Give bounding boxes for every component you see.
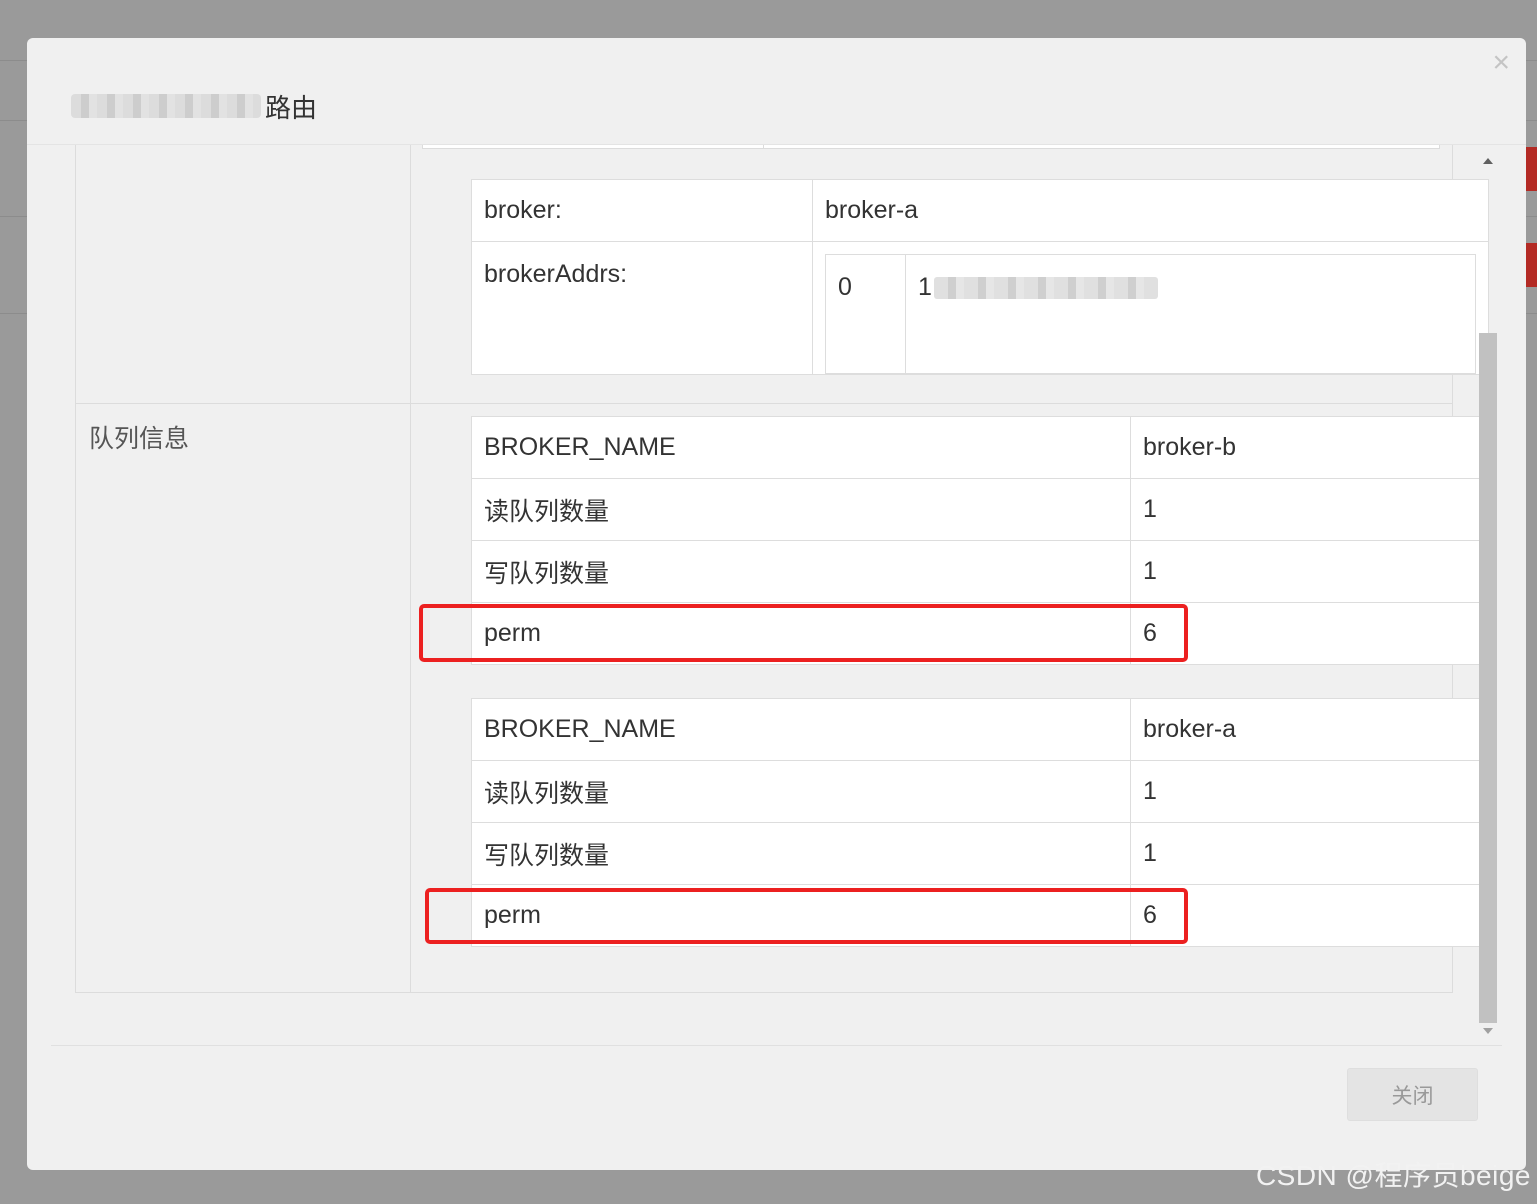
table-row: 0 1 (825, 254, 1476, 374)
close-button[interactable]: 关闭 (1347, 1068, 1478, 1121)
broker-addr-prefix: 1 (918, 273, 932, 301)
table-row: 写队列数量 1 (471, 822, 1489, 885)
broker-name-value: broker-a (1130, 698, 1489, 761)
scroll-up-arrow-icon[interactable] (1483, 158, 1493, 164)
broker-name-label: BROKER_NAME (471, 698, 1131, 761)
route-modal: × 路由 broker: broker-a brokerAddrs: 0 1 队… (27, 38, 1526, 1170)
write-queue-label: 写队列数量 (471, 540, 1131, 603)
read-queue-value: 1 (1130, 760, 1489, 823)
table-row: 读队列数量 1 (471, 478, 1489, 541)
modal-title: 路由 (71, 86, 317, 126)
table-row: BROKER_NAME broker-a (471, 698, 1489, 761)
background-red-button (1525, 147, 1537, 191)
broker-data-table: broker: broker-a brokerAddrs: 0 1 (471, 179, 1489, 375)
broker-addrs-table: 0 1 (825, 254, 1476, 374)
read-queue-value: 1 (1130, 478, 1489, 541)
write-queue-label: 写队列数量 (471, 822, 1131, 885)
broker-addr-value: 1 (905, 254, 1476, 374)
read-queue-label: 读队列数量 (471, 478, 1131, 541)
broker-name-value: broker-b (1130, 416, 1489, 479)
broker-value: broker-a (812, 179, 1489, 242)
highlight-box-perm-broker-a (425, 888, 1188, 944)
scroll-down-arrow-icon[interactable] (1483, 1028, 1493, 1034)
table-row: BROKER_NAME broker-b (471, 416, 1489, 479)
broker-label: broker: (471, 179, 813, 242)
vertical-scrollbar[interactable] (1479, 158, 1497, 1038)
table-row: 读队列数量 1 (471, 760, 1489, 823)
write-queue-value: 1 (1130, 822, 1489, 885)
queue-section-label: 队列信息 (89, 425, 190, 453)
write-queue-value: 1 (1130, 540, 1489, 603)
redacted-address (933, 277, 1158, 300)
read-queue-label: 读队列数量 (471, 760, 1131, 823)
table-row: 写队列数量 1 (471, 540, 1489, 603)
broker-addrs-label: brokerAddrs: (471, 241, 813, 375)
previous-table-fragment (422, 145, 1440, 149)
close-icon[interactable]: × (1492, 48, 1510, 78)
broker-name-label: BROKER_NAME (471, 416, 1131, 479)
scrollbar-thumb[interactable] (1479, 333, 1497, 1023)
highlight-box-perm-broker-b (419, 604, 1188, 662)
modal-body[interactable]: broker: broker-a brokerAddrs: 0 1 队列信息 B… (27, 145, 1526, 1038)
route-info-table: broker: broker-a brokerAddrs: 0 1 队列信息 B… (75, 145, 1489, 993)
redacted-topic-name (71, 94, 261, 118)
footer-divider (51, 1045, 1502, 1046)
broker-addr-id: 0 (825, 254, 906, 374)
broker-addrs-cell: 0 1 (812, 241, 1489, 375)
watermark: CSDN @程序员beige (1255, 1160, 1531, 1191)
modal-title-text: 路由 (265, 92, 318, 123)
background-red-button (1525, 243, 1537, 287)
